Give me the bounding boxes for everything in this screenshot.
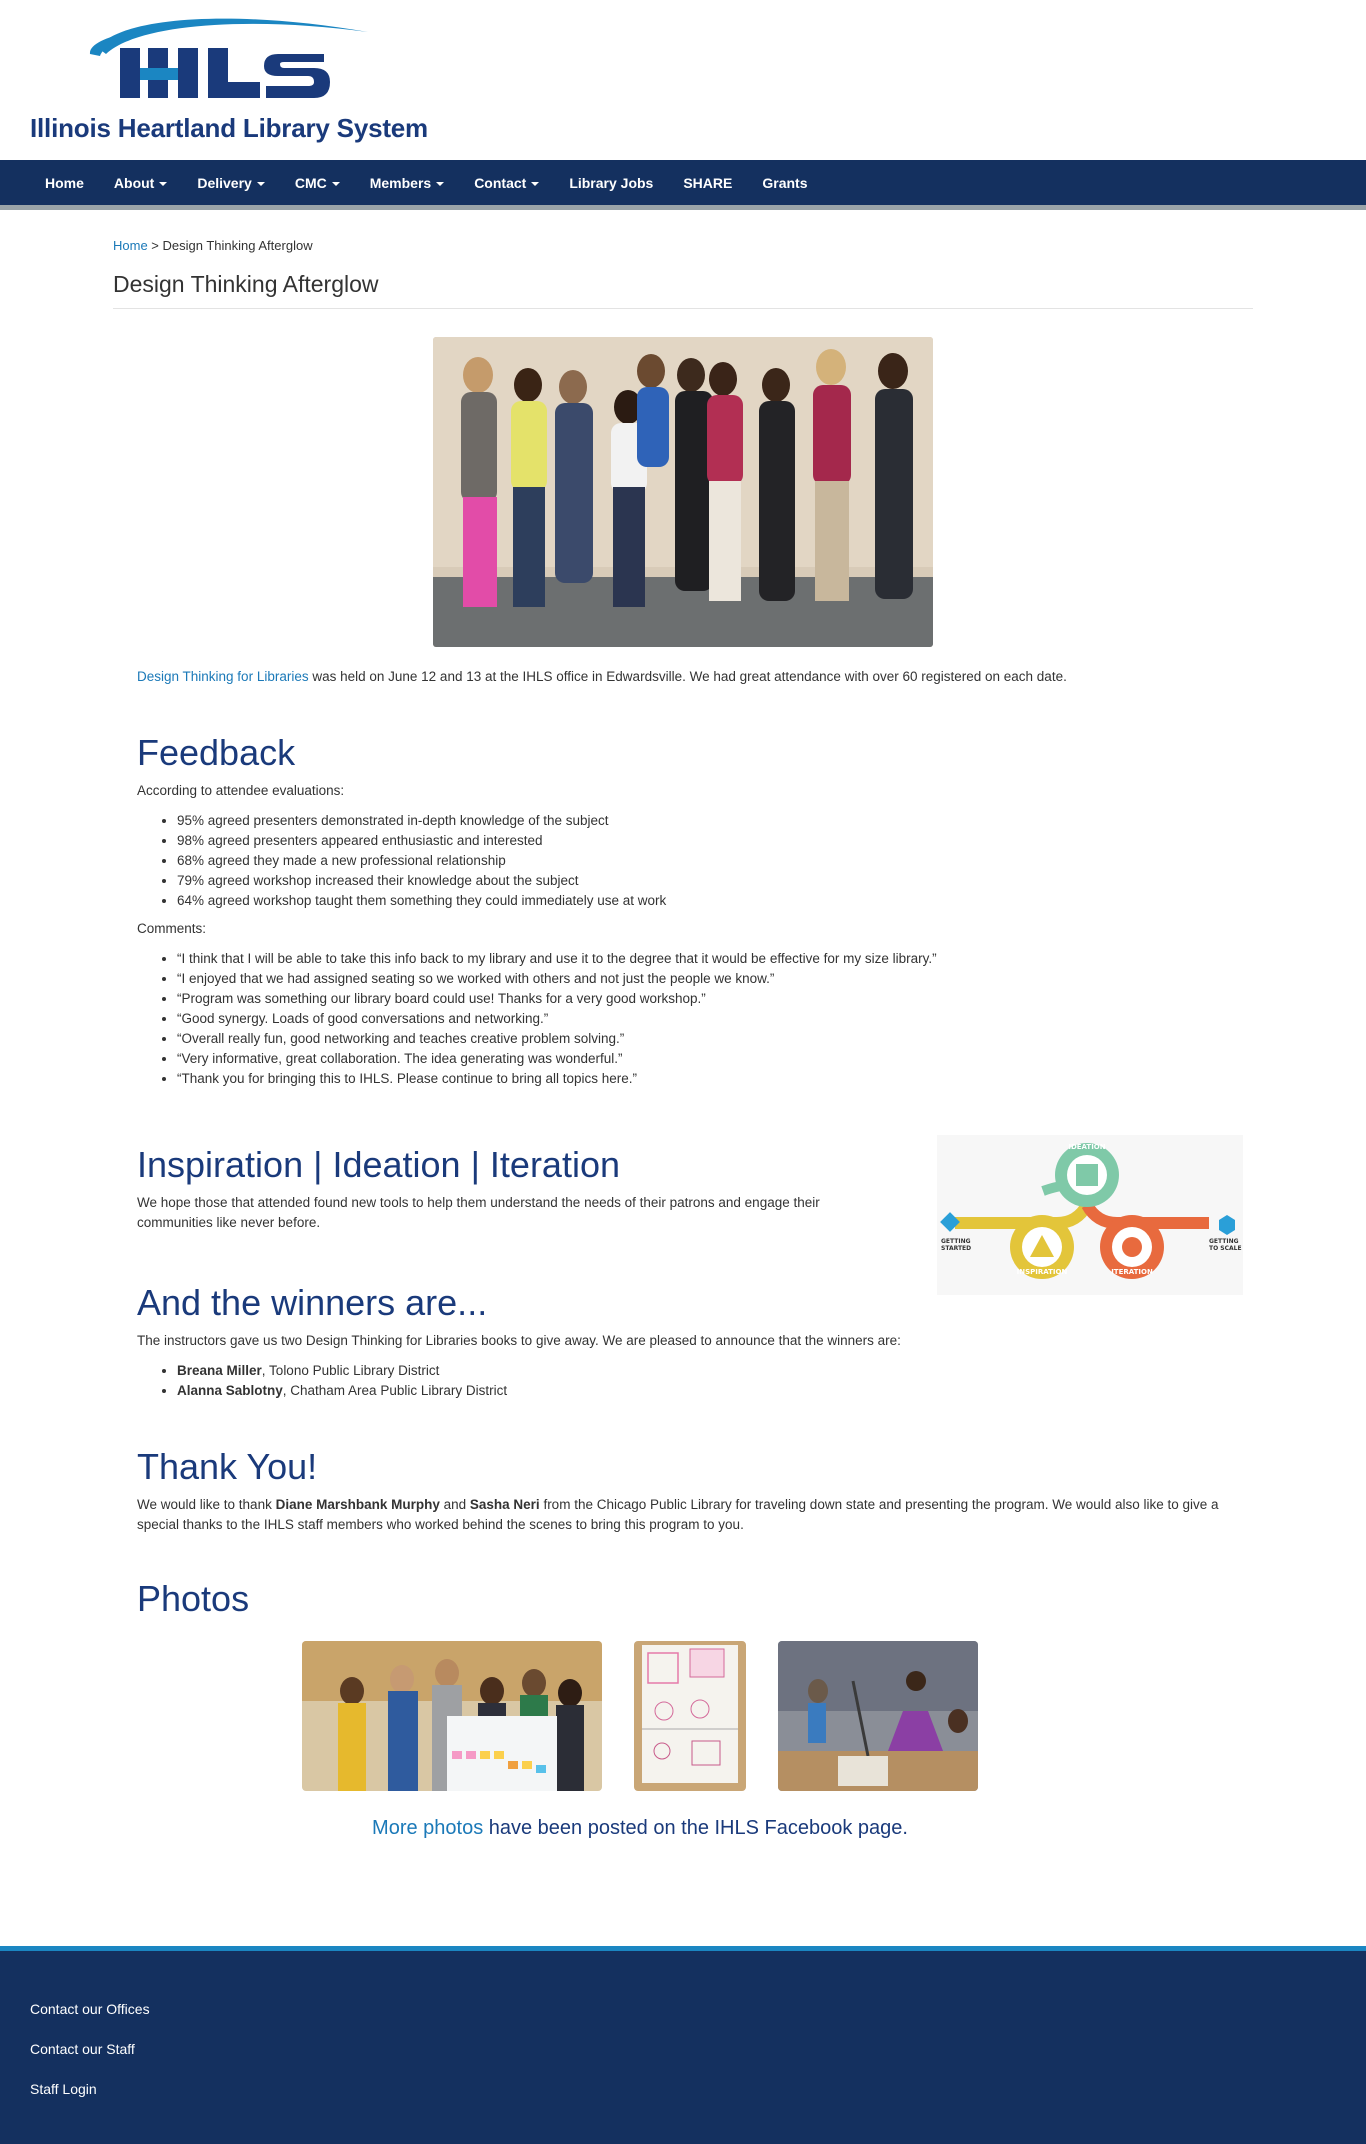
list-item: Alanna Sablotny, Chatham Area Public Lib… bbox=[177, 1381, 1233, 1401]
getting-started-label-2: STARTED bbox=[941, 1245, 971, 1252]
caret-down-icon bbox=[159, 181, 168, 186]
nav-item-delivery[interactable]: Delivery bbox=[182, 175, 279, 191]
photos-heading: Photos bbox=[137, 1578, 250, 1619]
footer-links: Contact our Offices Contact our Staff St… bbox=[0, 1951, 1366, 2119]
comments-label: Comments: bbox=[137, 921, 207, 936]
nav-item-home[interactable]: Home bbox=[30, 175, 99, 191]
feedback-heading: Feedback bbox=[137, 732, 296, 773]
footer-link-staff[interactable]: Contact our Staff bbox=[30, 2039, 1366, 2079]
nav-item-members[interactable]: Members bbox=[355, 175, 459, 191]
thanks-name-1: Diane Marshbank Murphy bbox=[275, 1497, 440, 1512]
main-content: Home > Design Thinking Afterglow Design … bbox=[113, 210, 1253, 1840]
nav-item-label: Library Jobs bbox=[569, 174, 654, 191]
design-thinking-link[interactable]: Design Thinking for Libraries bbox=[137, 669, 309, 684]
list-item: “Overall really fun, good networking and… bbox=[177, 1029, 1233, 1049]
main-nav: Home About Delivery CMC Members Contact Librar… bbox=[0, 160, 1366, 210]
ihls-logo[interactable]: Illinois Heartland Library System bbox=[28, 10, 438, 145]
list-item: 64% agreed workshop taught them somethin… bbox=[177, 891, 1233, 911]
nav-item-label: Delivery bbox=[197, 174, 252, 191]
nav-item-label: CMC bbox=[294, 174, 327, 191]
photo-thumbnail[interactable] bbox=[634, 1641, 746, 1791]
nav-item-about[interactable]: About bbox=[99, 175, 182, 191]
photo-thumbnail[interactable] bbox=[302, 1641, 602, 1791]
intro-paragraph: Design Thinking for Libraries was held o… bbox=[137, 667, 1233, 687]
getting-to-scale-label-2: TO SCALE bbox=[1209, 1245, 1242, 1252]
breadcrumb-home-link[interactable]: Home bbox=[113, 238, 148, 253]
getting-to-scale-label-1: GETTING bbox=[1209, 1238, 1239, 1245]
more-photos-link[interactable]: More photos bbox=[372, 1817, 483, 1839]
feedback-stats-list: 95% agreed presenters demonstrated in-de… bbox=[177, 811, 1233, 911]
list-item: “I think that I will be able to take thi… bbox=[177, 949, 1233, 969]
logo-text: Illinois Heartland Library System bbox=[30, 113, 428, 143]
winners-list: Breana Miller, Tolono Public Library Dis… bbox=[177, 1361, 1233, 1401]
list-item: “I enjoyed that we had assigned seating … bbox=[177, 969, 1233, 989]
inspiration-label: INSPIRATION bbox=[1017, 1268, 1068, 1276]
nav-item-label: Contact bbox=[474, 174, 527, 191]
thanks-text-2: and bbox=[439, 1497, 470, 1512]
more-photos-line: More photos have been posted on the IHLS… bbox=[137, 1817, 1233, 1840]
caret-down-icon bbox=[436, 181, 445, 186]
nav-item-label: Members bbox=[369, 174, 432, 191]
nav-item-label: Grants bbox=[762, 174, 808, 191]
breadcrumb-separator: > bbox=[147, 238, 163, 253]
list-item: 98% agreed presenters appeared enthusias… bbox=[177, 831, 1233, 851]
winner-name: Breana Miller bbox=[177, 1363, 262, 1378]
ideation-label: IDEATION bbox=[1068, 1143, 1105, 1151]
nav-item-cmc[interactable]: CMC bbox=[280, 175, 355, 191]
getting-started-label-1: GETTING bbox=[941, 1238, 971, 1245]
feedback-lead: According to attendee evaluations: bbox=[137, 783, 345, 798]
nav-item-label: SHARE bbox=[683, 174, 733, 191]
winner-org: , Tolono Public Library District bbox=[261, 1363, 440, 1378]
intro-text: was held on June 12 and 13 at the IHLS o… bbox=[308, 669, 1067, 684]
site-header: Illinois Heartland Library System bbox=[0, 0, 1366, 160]
list-item: 68% agreed they made a new professional … bbox=[177, 851, 1233, 871]
site-footer: Contact our Offices Contact our Staff St… bbox=[0, 1946, 1366, 2144]
group-photo bbox=[433, 337, 933, 647]
nav-item-grants[interactable]: Grants bbox=[747, 175, 822, 191]
photo-gallery bbox=[137, 1641, 1233, 1791]
thanks-heading: Thank You! bbox=[137, 1446, 318, 1487]
footer-link-offices[interactable]: Contact our Offices bbox=[30, 1999, 1366, 2039]
list-item: “Good synergy. Loads of good conversatio… bbox=[177, 1009, 1233, 1029]
nav-item-label: Home bbox=[45, 174, 84, 191]
list-item: “Thank you for bringing this to IHLS. Pl… bbox=[177, 1069, 1233, 1089]
caret-down-icon bbox=[256, 181, 265, 186]
article-body: Design Thinking for Libraries was held o… bbox=[113, 667, 1243, 1840]
caret-down-icon bbox=[531, 181, 540, 186]
winner-org: , Chatham Area Public Library District bbox=[282, 1383, 508, 1398]
nav-list: Home About Delivery CMC Members Contact Librar… bbox=[0, 160, 1366, 205]
nav-item-library-jobs[interactable]: Library Jobs bbox=[554, 175, 668, 191]
list-item: “Very informative, great collaboration. … bbox=[177, 1049, 1233, 1069]
breadcrumb: Home > Design Thinking Afterglow bbox=[113, 238, 1253, 253]
inspiration-text: We hope those that attended found new to… bbox=[137, 1195, 820, 1230]
list-item: “Program was something our library board… bbox=[177, 989, 1233, 1009]
nav-item-label: About bbox=[113, 174, 155, 191]
nav-item-contact[interactable]: Contact bbox=[459, 175, 554, 191]
thanks-text-1: We would like to thank bbox=[137, 1497, 276, 1512]
winner-name: Alanna Sablotny bbox=[177, 1383, 283, 1398]
more-photos-text: have been posted on the IHLS Facebook pa… bbox=[483, 1817, 908, 1839]
list-item: 79% agreed workshop increased their know… bbox=[177, 871, 1233, 891]
list-item: Breana Miller, Tolono Public Library Dis… bbox=[177, 1361, 1233, 1381]
footer-link-login[interactable]: Staff Login bbox=[30, 2079, 1366, 2119]
page-title: Design Thinking Afterglow bbox=[113, 271, 1253, 309]
caret-down-icon bbox=[331, 181, 340, 186]
thanks-paragraph: We would like to thank Diane Marshbank M… bbox=[137, 1495, 1233, 1535]
inspiration-section: Inspiration | Ideation | Iteration We ho… bbox=[137, 1135, 1243, 1295]
list-item: 95% agreed presenters demonstrated in-de… bbox=[177, 811, 1233, 831]
iteration-label: ITERATION bbox=[1111, 1268, 1153, 1276]
design-thinking-process-graphic: IDEATION INSPIRATION ITERATION GETTING S… bbox=[937, 1135, 1243, 1295]
winners-text: The instructors gave us two Design Think… bbox=[137, 1333, 901, 1348]
thanks-name-2: Sasha Neri bbox=[469, 1497, 540, 1512]
nav-item-share[interactable]: SHARE bbox=[668, 175, 747, 191]
comments-list: “I think that I will be able to take thi… bbox=[177, 949, 1233, 1089]
photo-thumbnail[interactable] bbox=[778, 1641, 978, 1791]
breadcrumb-current: Design Thinking Afterglow bbox=[162, 238, 313, 253]
inspiration-heading: Inspiration | Ideation | Iteration bbox=[137, 1144, 620, 1185]
